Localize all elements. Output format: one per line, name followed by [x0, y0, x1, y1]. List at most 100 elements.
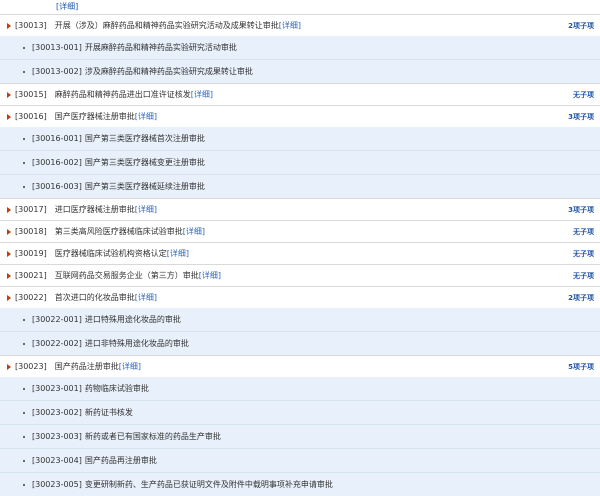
triangle-bullet-icon [7, 294, 11, 301]
bullet-dot-icon [23, 161, 25, 164]
approval-item-list: [详细] [30013] 开展（涉及）麻醉药品和精神药品实验研究活动及成果转让审批… [0, 0, 600, 496]
item-code: [30016] [15, 112, 47, 121]
bullet-dot-icon [23, 483, 25, 486]
subitem[interactable]: [30016-001] 国产第三类医疗器械首次注册审批 [0, 127, 600, 150]
triangle-bullet-icon [7, 91, 11, 98]
item-code: [30018] [15, 227, 47, 236]
subitem-code: [30016-003] [32, 182, 82, 191]
bullet-dot-icon [23, 342, 25, 345]
item-header: [30016] 国产医疗器械注册审批 [详细] 3项子项 [0, 106, 600, 127]
detail-link[interactable]: [详细] [199, 270, 221, 281]
approval-item: [30017] 进口医疗器械注册审批 [详细] 3项子项 [0, 198, 600, 220]
subitem-title[interactable]: 新药证书核发 [85, 407, 133, 418]
subitem-code: [30023-001] [32, 384, 82, 393]
item-title[interactable]: 国产医疗器械注册审批 [55, 111, 135, 122]
triangle-bullet-icon [7, 250, 11, 257]
item-title[interactable]: 麻醉药品和精神药品进出口准许证核发 [55, 89, 191, 100]
item-title[interactable]: 首次进口的化妆品审批 [55, 292, 135, 303]
detail-link[interactable]: [详细] [167, 248, 189, 259]
subitem[interactable]: [30023-002] 新药证书核发 [0, 400, 600, 424]
subitem-count[interactable]: 3项子项 [568, 205, 594, 215]
subitem-title[interactable]: 变更研制新药、生产药品已获证明文件及附件中载明事项补充申请审批 [85, 479, 333, 490]
item-title[interactable]: 进口医疗器械注册审批 [55, 204, 135, 215]
detail-link[interactable]: [详细] [135, 292, 157, 303]
item-code: [30019] [15, 249, 47, 258]
subitem-title[interactable]: 国产药品再注册审批 [85, 455, 157, 466]
subitem[interactable]: [30022-001] 进口特殊用途化妆品的审批 [0, 308, 600, 331]
subitem-code: [30022-002] [32, 339, 82, 348]
subitem-list: [30016-001] 国产第三类医疗器械首次注册审批 [30016-002] 国产第… [0, 127, 600, 198]
triangle-bullet-icon [7, 363, 11, 370]
approval-item: [30019] 医疗器械临床试验机构资格认定 [详细] 无子项 [0, 242, 600, 264]
subitem[interactable]: [30013-002] 涉及麻醉药品和精神药品实验研究成果转让审批 [0, 59, 600, 83]
subitem-count[interactable]: 无子项 [573, 249, 594, 259]
subitem[interactable]: [30022-002] 进口非特殊用途化妆品的审批 [0, 331, 600, 355]
subitem[interactable]: [30023-001] 药物临床试验审批 [0, 377, 600, 400]
item-header: [30015] 麻醉药品和精神药品进出口准许证核发 [详细] 无子项 [0, 84, 600, 105]
subitem-code: [30022-001] [32, 315, 82, 324]
item-code: [30023] [15, 362, 47, 371]
item-header: [30021] 互联网药品交易服务企业（第三方）审批 [详细] 无子项 [0, 265, 600, 286]
bullet-dot-icon [23, 318, 25, 321]
approval-item: [30013] 开展（涉及）麻醉药品和精神药品实验研究活动及成果转让审批 [详细] 2… [0, 14, 600, 83]
approval-item: [30016] 国产医疗器械注册审批 [详细] 3项子项 [30016-001] 国产第三… [0, 105, 600, 198]
subitem[interactable]: [30023-004] 国产药品再注册审批 [0, 448, 600, 472]
detail-link[interactable]: [详细] [279, 20, 301, 31]
subitem-title[interactable]: 涉及麻醉药品和精神药品实验研究成果转让审批 [85, 66, 253, 77]
item-header: [30023] 国产药品注册审批 [详细] 5项子项 [0, 356, 600, 377]
subitem-code: [30016-001] [32, 134, 82, 143]
item-title[interactable]: 开展（涉及）麻醉药品和精神药品实验研究活动及成果转让审批 [55, 20, 279, 31]
subitem-code: [30023-005] [32, 480, 82, 489]
subitem-title[interactable]: 进口非特殊用途化妆品的审批 [85, 338, 189, 349]
item-header: [30018] 第三类高风险医疗器械临床试验审批 [详细] 无子项 [0, 221, 600, 242]
subitem-title[interactable]: 药物临床试验审批 [85, 383, 149, 394]
subitem[interactable]: [30016-003] 国产第三类医疗器械延续注册审批 [0, 174, 600, 198]
item-code: [30017] [15, 205, 47, 214]
subitem-title[interactable]: 开展麻醉药品和精神药品实验研究活动审批 [85, 42, 237, 53]
bullet-dot-icon [23, 70, 25, 73]
triangle-bullet-icon [7, 22, 11, 29]
subitem[interactable]: [30016-002] 国产第三类医疗器械变更注册审批 [0, 150, 600, 174]
subitem-code: [30013-001] [32, 43, 82, 52]
subitem[interactable]: [30023-003] 新药或者已有国家标准的药品生产审批 [0, 424, 600, 448]
subitem-count[interactable]: 2项子项 [568, 293, 594, 303]
detail-link[interactable]: [详细] [0, 0, 600, 14]
subitem-title[interactable]: 国产第三类医疗器械延续注册审批 [85, 181, 205, 192]
detail-link[interactable]: [详细] [119, 361, 141, 372]
item-rows: [30013] 开展（涉及）麻醉药品和精神药品实验研究活动及成果转让审批 [详细] 2… [0, 14, 600, 496]
detail-link[interactable]: [详细] [135, 111, 157, 122]
item-title[interactable]: 国产药品注册审批 [55, 361, 119, 372]
triangle-bullet-icon [7, 272, 11, 279]
item-header: [30017] 进口医疗器械注册审批 [详细] 3项子项 [0, 199, 600, 220]
subitem-title[interactable]: 国产第三类医疗器械首次注册审批 [85, 133, 205, 144]
subitem-count[interactable]: 无子项 [573, 271, 594, 281]
approval-item: [30023] 国产药品注册审批 [详细] 5项子项 [30023-001] 药物临床试验… [0, 355, 600, 496]
detail-link[interactable]: [详细] [183, 226, 205, 237]
item-code: [30015] [15, 90, 47, 99]
subitem-code: [30023-003] [32, 432, 82, 441]
subitem-code: [30013-002] [32, 67, 82, 76]
bullet-dot-icon [23, 46, 25, 49]
subitem-title[interactable]: 国产第三类医疗器械变更注册审批 [85, 157, 205, 168]
item-title[interactable]: 医疗器械临床试验机构资格认定 [55, 248, 167, 259]
subitem-title[interactable]: 新药或者已有国家标准的药品生产审批 [85, 431, 221, 442]
subitem[interactable]: [30013-001] 开展麻醉药品和精神药品实验研究活动审批 [0, 36, 600, 59]
detail-link[interactable]: [详细] [191, 89, 213, 100]
subitem-count[interactable]: 无子项 [573, 90, 594, 100]
detail-link[interactable]: [详细] [135, 204, 157, 215]
item-title[interactable]: 互联网药品交易服务企业（第三方）审批 [55, 270, 199, 281]
approval-item: [30022] 首次进口的化妆品审批 [详细] 2项子项 [30022-001] 进口特殊… [0, 286, 600, 355]
bullet-dot-icon [23, 387, 25, 390]
bullet-dot-icon [23, 185, 25, 188]
triangle-bullet-icon [7, 206, 11, 213]
subitem-code: [30023-002] [32, 408, 82, 417]
subitem-count[interactable]: 无子项 [573, 227, 594, 237]
item-title[interactable]: 第三类高风险医疗器械临床试验审批 [55, 226, 183, 237]
subitem-count[interactable]: 5项子项 [568, 362, 594, 372]
subitem-count[interactable]: 3项子项 [568, 112, 594, 122]
subitem[interactable]: [30023-005] 变更研制新药、生产药品已获证明文件及附件中载明事项补充申请… [0, 472, 600, 496]
subitem-list: [30022-001] 进口特殊用途化妆品的审批 [30022-002] 进口非特殊用… [0, 308, 600, 355]
subitem-title[interactable]: 进口特殊用途化妆品的审批 [85, 314, 181, 325]
approval-item: [30021] 互联网药品交易服务企业（第三方）审批 [详细] 无子项 [0, 264, 600, 286]
subitem-count[interactable]: 2项子项 [568, 21, 594, 31]
